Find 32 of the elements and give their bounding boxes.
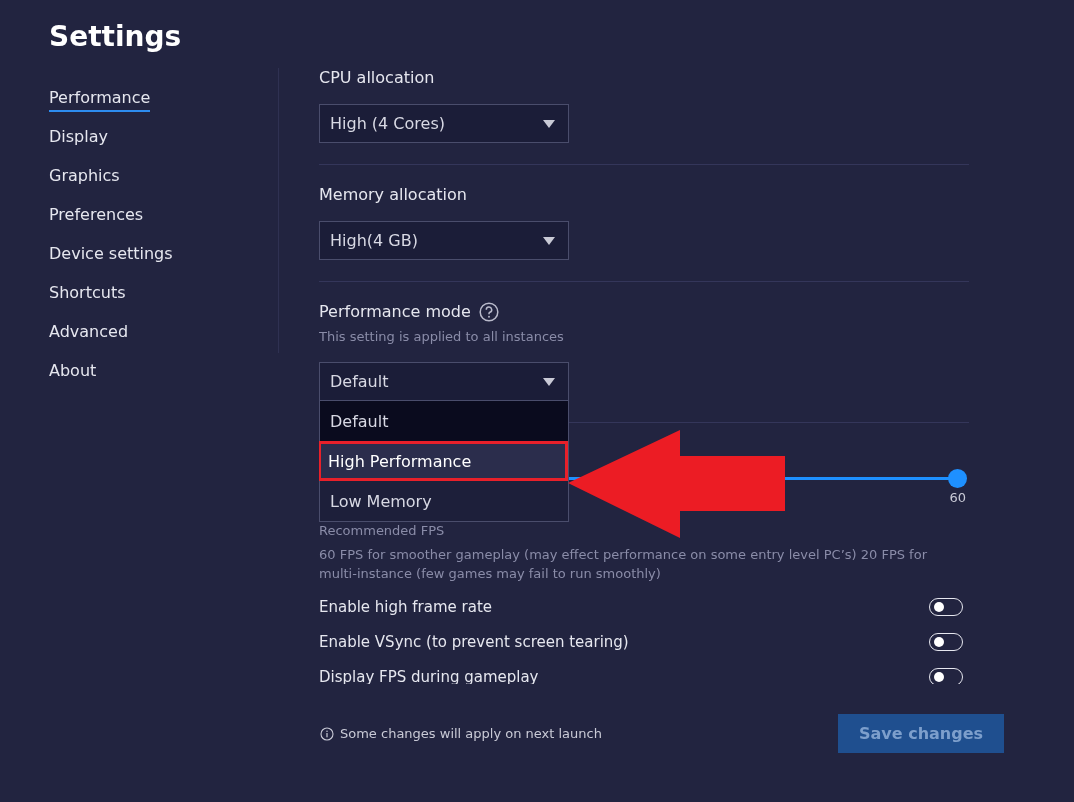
caret-icon xyxy=(543,119,555,128)
page-title: Settings xyxy=(49,19,182,55)
sidebar-item[interactable]: Graphics xyxy=(49,165,120,190)
sidebar-item[interactable]: Advanced xyxy=(49,321,129,346)
footer-note: Some changes will apply on next launch xyxy=(340,726,602,741)
toggle-label: Enable high frame rate xyxy=(319,597,493,616)
slider-thumb[interactable] xyxy=(947,469,967,488)
sidebar-item[interactable]: Shortcuts xyxy=(49,282,126,307)
info-icon xyxy=(320,726,334,741)
setting-label: Memory allocation xyxy=(319,184,467,206)
dropdown[interactable]: High (4 Cores) xyxy=(319,104,569,143)
sidebar-item[interactable]: Device settings xyxy=(49,243,173,268)
setting-label: CPU allocation xyxy=(319,67,435,89)
dropdown-option[interactable]: Low Memory xyxy=(320,481,568,521)
sidebar-item[interactable]: Performance xyxy=(49,87,151,112)
setting-label: Performance mode xyxy=(319,301,471,323)
sidebar-item[interactable]: About xyxy=(49,360,97,385)
recommended-label: Recommended FPS xyxy=(319,522,446,540)
fps-description: 60 FPS for smoother gameplay (may effect performance on some entry level PC’s) 20 FPS for multi-instance (few games may fail to run smoothly) xyxy=(319,546,928,583)
setting-hint: This setting is applied to all instances xyxy=(319,328,565,346)
caret-icon xyxy=(543,377,555,386)
toggle-label: Display FPS during gameplay xyxy=(319,667,539,684)
sidebar-item[interactable]: Preferences xyxy=(49,204,144,229)
sidebar-item[interactable]: Display xyxy=(49,126,108,151)
dropdown[interactable]: Default xyxy=(319,362,569,401)
toggle-label: Enable VSync (to prevent screen tearing) xyxy=(319,632,629,651)
caret-icon xyxy=(543,236,555,245)
dropdown[interactable]: High(4 GB) xyxy=(319,221,569,260)
help-icon[interactable] xyxy=(478,302,499,322)
dropdown-option[interactable]: High Performance xyxy=(319,441,568,481)
dropdown-option[interactable]: Default xyxy=(320,401,568,441)
slider-value: 60 xyxy=(949,490,966,505)
